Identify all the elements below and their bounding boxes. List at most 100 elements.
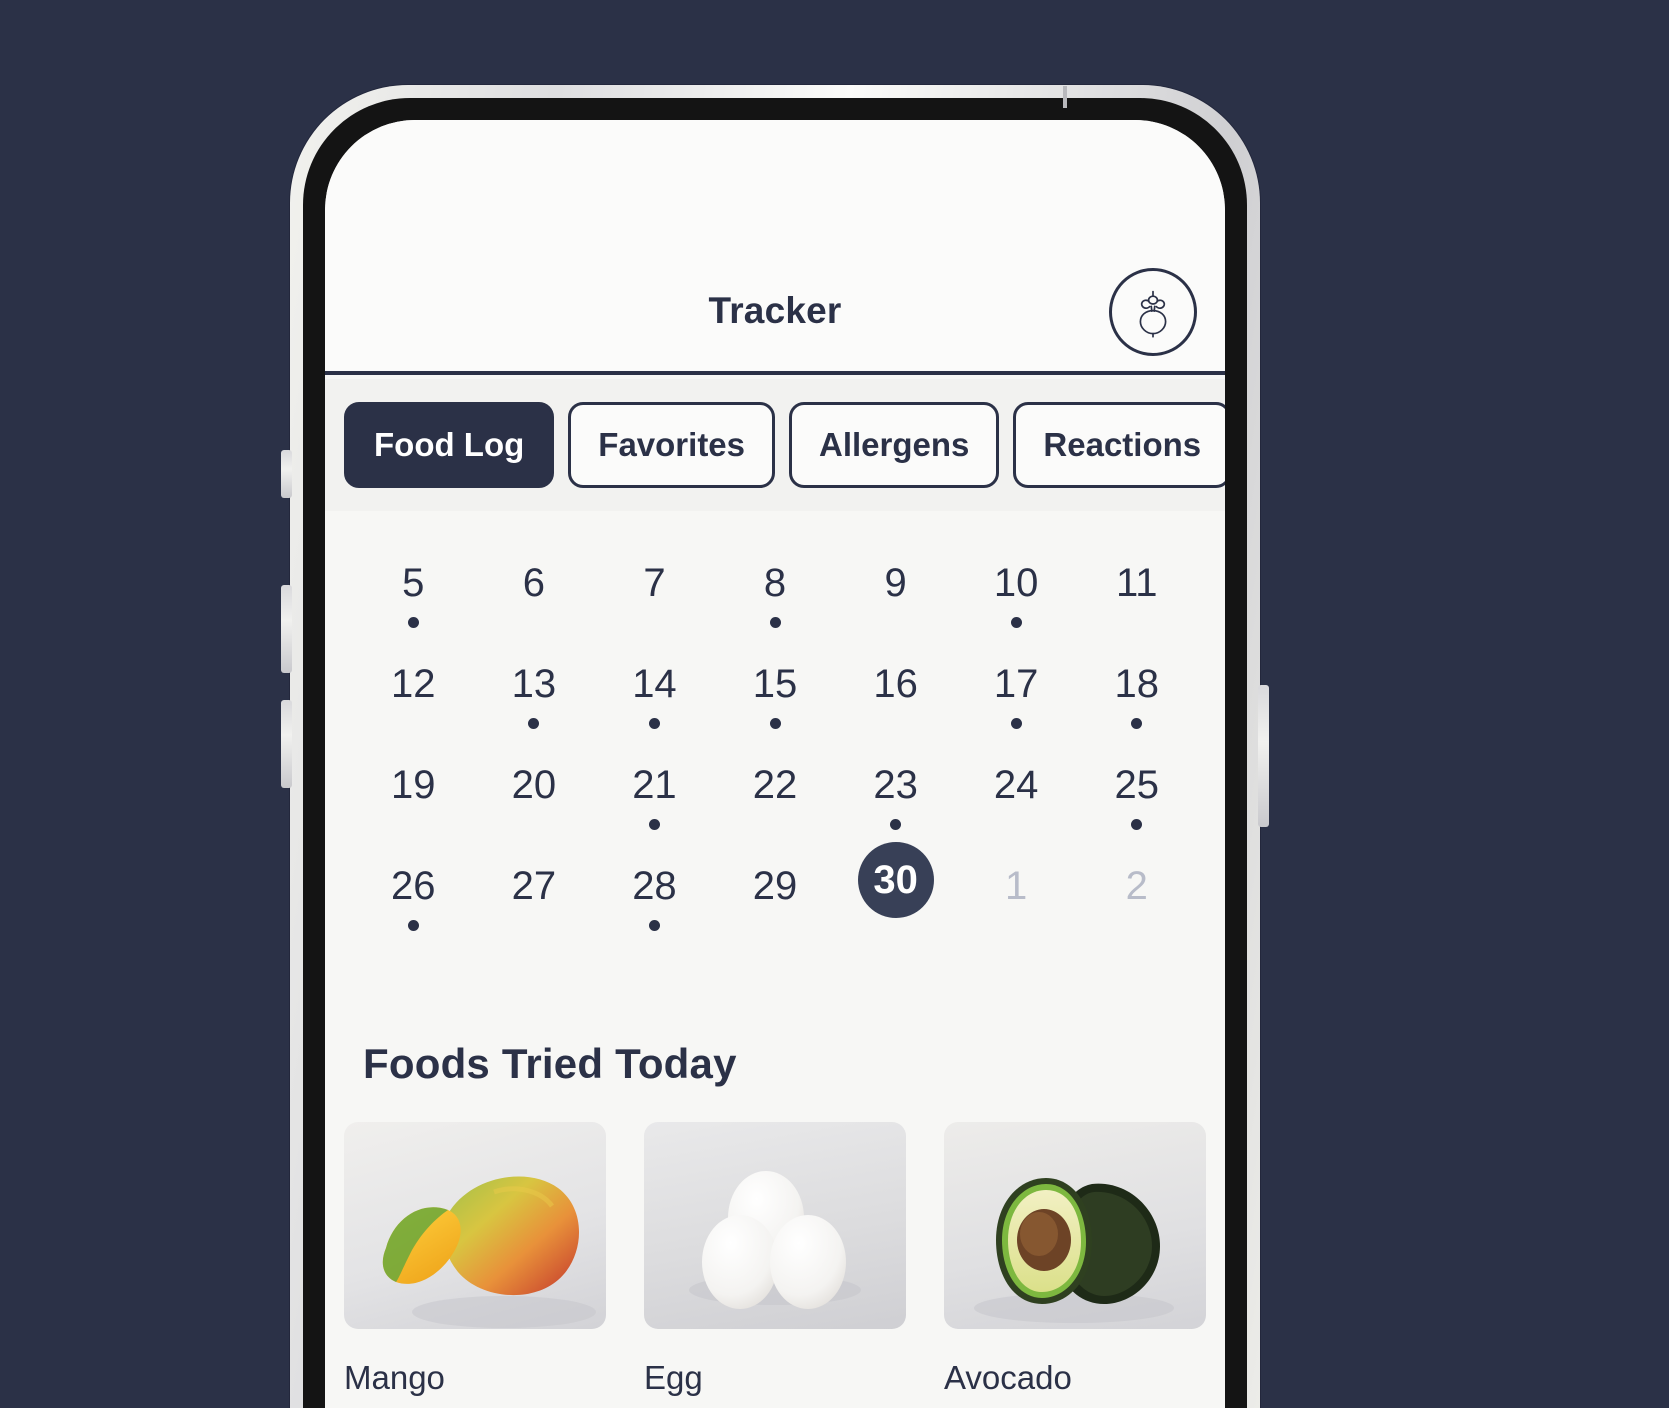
calendar-week-row: 12 13 14 15 16 17 18 bbox=[353, 640, 1197, 741]
calendar-day-number: 17 bbox=[993, 662, 1039, 706]
calendar-day-dot bbox=[769, 718, 781, 729]
volume-down-button[interactable] bbox=[281, 700, 292, 788]
calendar-day-number: 8 bbox=[763, 561, 787, 605]
calendar-day-number: 9 bbox=[884, 561, 907, 605]
calendar-week-row: 19 20 21 22 23 24 25 bbox=[353, 741, 1197, 842]
calendar-day-cell[interactable]: 23 bbox=[835, 741, 956, 842]
food-card-carousel[interactable]: Mango Fruit bbox=[325, 1122, 1225, 1408]
calendar-week-row: 26 27 28 29 30 1 2 bbox=[353, 842, 1197, 943]
food-card[interactable]: Egg Egg bbox=[644, 1122, 906, 1408]
profile-button[interactable] bbox=[1109, 268, 1197, 356]
calendar-day-cell[interactable]: 5 bbox=[353, 539, 474, 640]
food-card-name: Mango bbox=[344, 1359, 445, 1396]
calendar-day-dot bbox=[1131, 819, 1143, 830]
calendar-day-number: 22 bbox=[752, 763, 798, 807]
food-card-name: Egg bbox=[644, 1359, 703, 1396]
calendar-day-cell[interactable]: 19 bbox=[353, 741, 474, 842]
silent-switch-button[interactable] bbox=[281, 450, 292, 498]
calendar-day-number: 11 bbox=[1115, 561, 1158, 605]
calendar-day-dot bbox=[1131, 718, 1143, 729]
calendar-day-cell[interactable]: 29 bbox=[715, 842, 836, 943]
app-header: Tracker bbox=[325, 120, 1225, 375]
calendar-day-dot bbox=[407, 617, 419, 628]
calendar-day-dot bbox=[890, 819, 902, 830]
calendar-day-cell[interactable]: 21 bbox=[594, 741, 715, 842]
phone-screen: Tracker Food Log Favorites Allergens Rea… bbox=[325, 120, 1225, 1408]
food-thumbnail-mango bbox=[344, 1122, 606, 1329]
calendar-day-number: 25 bbox=[1114, 763, 1160, 807]
calendar-day-cell[interactable]: 11 bbox=[1076, 539, 1197, 640]
calendar-day-cell[interactable]: 22 bbox=[715, 741, 836, 842]
calendar-day-number: 21 bbox=[632, 763, 677, 807]
calendar-day-cell[interactable]: 17 bbox=[956, 640, 1077, 741]
calendar-day-dot bbox=[648, 920, 660, 931]
calendar-day-cell[interactable]: 24 bbox=[956, 741, 1077, 842]
food-thumbnail-egg bbox=[644, 1122, 906, 1329]
tab-reactions[interactable]: Reactions bbox=[1013, 402, 1225, 488]
calendar-day-cell-next-month[interactable]: 1 bbox=[956, 842, 1077, 943]
volume-up-button[interactable] bbox=[281, 585, 292, 673]
calendar-day-number: 28 bbox=[632, 864, 677, 908]
calendar-day-number: 20 bbox=[511, 763, 557, 807]
calendar-day-number: 23 bbox=[873, 763, 918, 807]
calendar-day-number: 24 bbox=[993, 763, 1039, 807]
calendar-day-cell[interactable]: 15 bbox=[715, 640, 836, 741]
power-button[interactable] bbox=[1258, 685, 1269, 827]
calendar-day-number: 15 bbox=[752, 662, 798, 706]
calendar-day-number: 30 bbox=[857, 842, 934, 918]
calendar-day-cell-selected[interactable]: 30 bbox=[835, 842, 956, 943]
food-card-name: Avocado bbox=[944, 1359, 1072, 1396]
calendar-day-cell[interactable]: 13 bbox=[474, 640, 595, 741]
calendar-grid[interactable]: 5 6 7 8 9 10 11 12 13 14 15 16 17 18 19 … bbox=[325, 511, 1225, 943]
calendar-day-cell[interactable]: 27 bbox=[474, 842, 595, 943]
calendar-day-number: 5 bbox=[402, 561, 425, 605]
calendar-day-cell-next-month[interactable]: 2 bbox=[1076, 842, 1197, 943]
calendar-day-dot bbox=[648, 718, 660, 729]
calendar-day-number: 7 bbox=[643, 561, 666, 605]
calendar-day-dot bbox=[1010, 718, 1022, 729]
calendar-day-number: 27 bbox=[511, 864, 557, 908]
calendar-day-cell[interactable]: 18 bbox=[1076, 640, 1197, 741]
calendar-day-cell[interactable]: 7 bbox=[594, 539, 715, 640]
food-thumbnail-avocado bbox=[944, 1122, 1206, 1329]
calendar-day-cell[interactable]: 25 bbox=[1076, 741, 1197, 842]
calendar-day-dot bbox=[769, 617, 781, 628]
calendar-day-number: 10 bbox=[993, 561, 1039, 605]
calendar-day-cell[interactable]: 12 bbox=[353, 640, 474, 741]
calendar-day-number: 6 bbox=[522, 561, 545, 605]
calendar-day-cell[interactable]: 9 bbox=[835, 539, 956, 640]
calendar-day-cell[interactable]: 16 bbox=[835, 640, 956, 741]
calendar-day-number: 2 bbox=[1125, 864, 1148, 908]
antenna-band bbox=[1063, 86, 1067, 108]
foods-section-heading: Foods Tried Today bbox=[363, 1040, 737, 1087]
calendar-week-row: 5 6 7 8 9 10 11 bbox=[353, 539, 1197, 640]
calendar-day-dot bbox=[407, 920, 419, 931]
calendar-day-cell[interactable]: 14 bbox=[594, 640, 715, 741]
food-card[interactable]: Mango Fruit bbox=[344, 1122, 606, 1408]
calendar-day-cell[interactable]: 20 bbox=[474, 741, 595, 842]
page-title: Tracker bbox=[708, 290, 842, 331]
calendar-day-dot bbox=[1010, 617, 1022, 628]
calendar-day-cell[interactable]: 28 bbox=[594, 842, 715, 943]
calendar-day-number: 18 bbox=[1114, 662, 1160, 706]
calendar-day-cell[interactable]: 6 bbox=[474, 539, 595, 640]
calendar-day-number: 16 bbox=[873, 662, 918, 706]
calendar-day-number: 26 bbox=[391, 864, 436, 908]
tab-strip[interactable]: Food Log Favorites Allergens Reactions T… bbox=[325, 379, 1225, 511]
calendar-day-number: 14 bbox=[632, 662, 677, 706]
calendar-day-number: 29 bbox=[752, 864, 798, 908]
calendar-day-number: 12 bbox=[391, 662, 436, 706]
beet-vegetable-icon bbox=[1130, 286, 1176, 338]
calendar-day-number: 13 bbox=[511, 662, 557, 706]
calendar-day-number: 1 bbox=[1005, 864, 1028, 908]
calendar-day-dot bbox=[528, 718, 540, 729]
tab-allergens[interactable]: Allergens bbox=[789, 402, 1000, 488]
calendar-day-cell[interactable]: 8 bbox=[715, 539, 836, 640]
calendar-day-number: 19 bbox=[391, 763, 436, 807]
calendar-day-dot bbox=[648, 819, 660, 830]
calendar-day-cell[interactable]: 10 bbox=[956, 539, 1077, 640]
calendar-day-cell[interactable]: 26 bbox=[353, 842, 474, 943]
tab-favorites[interactable]: Favorites bbox=[568, 402, 776, 488]
food-card[interactable]: Avocado Fruit bbox=[944, 1122, 1206, 1408]
tab-food-log[interactable]: Food Log bbox=[344, 402, 555, 488]
